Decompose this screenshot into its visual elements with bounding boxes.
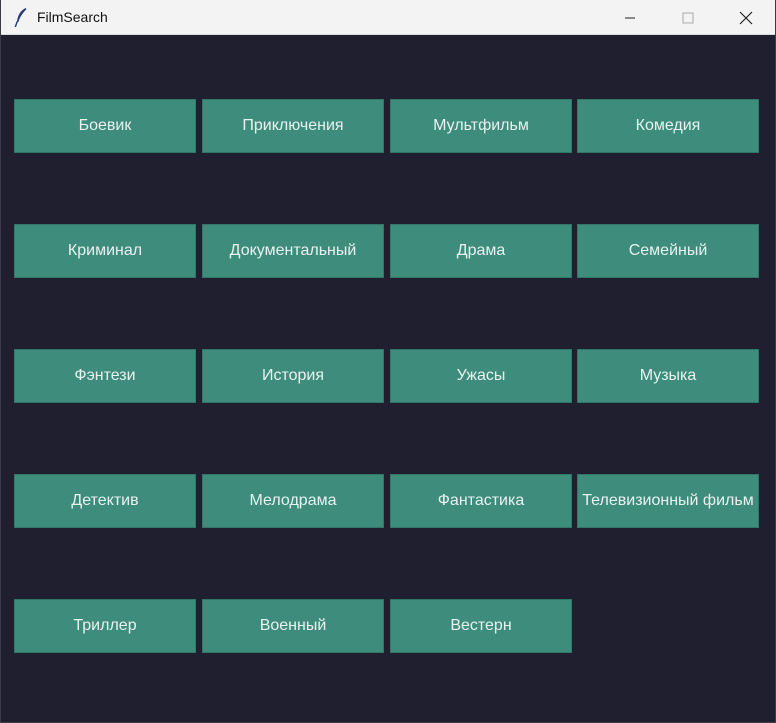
genre-button-tv-movie[interactable]: Телевизионный фильм (577, 474, 759, 528)
maximize-icon (682, 12, 694, 23)
genre-button-romance[interactable]: Мелодрама (202, 474, 384, 528)
genre-button-war[interactable]: Военный (202, 599, 384, 653)
genre-button-family[interactable]: Семейный (577, 224, 759, 278)
genre-button-crime[interactable]: Криминал (14, 224, 196, 278)
genre-button-action[interactable]: Боевик (14, 99, 196, 153)
genre-button-animation[interactable]: Мультфильм (390, 99, 572, 153)
genre-button-comedy[interactable]: Комедия (577, 99, 759, 153)
app-window: FilmSearch Боевик Приключения Мультфильм… (0, 0, 776, 723)
genre-button-science-fiction[interactable]: Фантастика (390, 474, 572, 528)
genre-button-horror[interactable]: Ужасы (390, 349, 572, 403)
window-title: FilmSearch (37, 9, 108, 25)
close-button[interactable] (717, 0, 775, 35)
genre-button-fantasy[interactable]: Фэнтези (14, 349, 196, 403)
genre-button-documentary[interactable]: Документальный (202, 224, 384, 278)
genre-button-drama[interactable]: Драма (390, 224, 572, 278)
close-icon (739, 11, 753, 24)
genre-button-western[interactable]: Вестерн (390, 599, 572, 653)
maximize-button[interactable] (659, 0, 717, 35)
genre-button-adventure[interactable]: Приключения (202, 99, 384, 153)
feather-icon (13, 7, 29, 28)
title-bar[interactable]: FilmSearch (1, 0, 775, 35)
minimize-button[interactable] (601, 0, 659, 35)
genre-button-thriller[interactable]: Триллер (14, 599, 196, 653)
genre-button-music[interactable]: Музыка (577, 349, 759, 403)
genre-button-history[interactable]: История (202, 349, 384, 403)
minimize-icon (625, 17, 635, 18)
genre-button-mystery[interactable]: Детектив (14, 474, 196, 528)
